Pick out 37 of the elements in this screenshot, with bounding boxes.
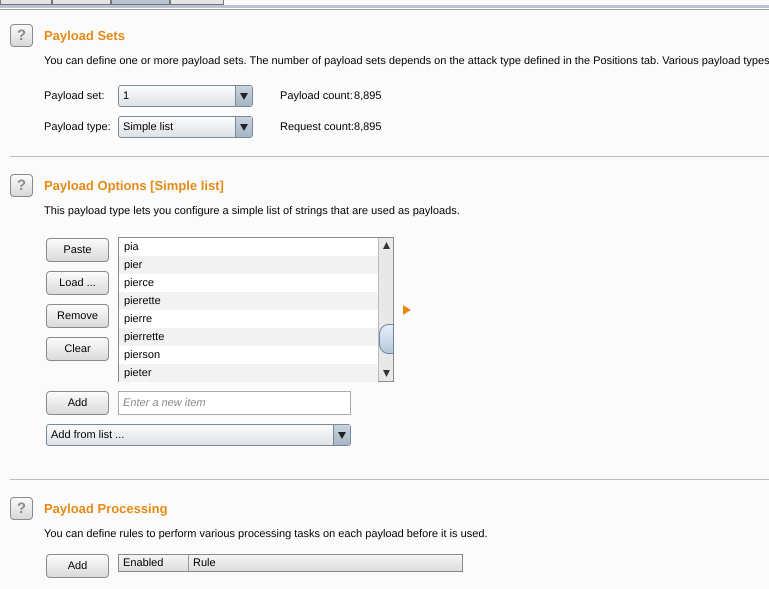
count-value: 8,895 <box>354 120 382 134</box>
list-action-button[interactable]: Clear <box>46 337 109 361</box>
section-description: This payload type lets you configure a simple list of strings that are used as payloads. <box>44 205 460 217</box>
column-header[interactable]: Rule <box>189 555 462 571</box>
list-action-button[interactable]: Load ... <box>46 271 109 295</box>
section-description: You can define one or more payload sets. The number of payload sets depends on the attack type defined in the Positions tab. Various payload types <box>44 55 769 67</box>
add-rule-button[interactable]: Add <box>46 554 109 578</box>
count-label: Request count: <box>280 120 354 134</box>
list-item[interactable]: pierrette <box>119 328 378 346</box>
scroll-up-icon[interactable] <box>382 242 390 249</box>
tab[interactable] <box>52 0 111 5</box>
list-item[interactable]: pieter <box>119 364 378 382</box>
column-header[interactable]: Enabled <box>119 555 189 571</box>
list-item[interactable]: pierette <box>119 292 378 310</box>
scroll-thumb[interactable] <box>378 324 394 354</box>
scrollbar[interactable] <box>378 238 393 381</box>
list-action-button[interactable]: Remove <box>46 304 109 328</box>
section-title: Payload Options [Simple list] <box>44 179 224 192</box>
count-value: 8,895 <box>354 90 382 102</box>
field-label: Payload set: <box>44 90 106 102</box>
count-label: Payload count: <box>280 90 354 102</box>
section-title: Payload Sets <box>44 29 125 42</box>
list-action-button[interactable]: Paste <box>46 238 109 262</box>
scroll-down-icon[interactable] <box>382 370 390 377</box>
expand-arrow-icon[interactable] <box>403 305 411 315</box>
add-button[interactable]: Add <box>46 391 109 415</box>
new-item-field[interactable]: Enter a new item <box>118 391 351 415</box>
tab[interactable] <box>170 0 224 5</box>
list-item[interactable]: pier <box>119 256 378 274</box>
section-description: You can define rules to perform various processing tasks on each payload before it is used. <box>44 528 488 540</box>
field-label: Payload type: <box>44 120 112 134</box>
section-title: Payload Processing <box>44 502 168 515</box>
tab[interactable] <box>0 0 52 5</box>
dropdown[interactable]: Simple list <box>118 116 253 138</box>
add-from-list-dropdown[interactable]: Add from list ... <box>46 424 351 446</box>
tab[interactable] <box>111 0 170 5</box>
dropdown[interactable]: 1 <box>118 85 253 107</box>
